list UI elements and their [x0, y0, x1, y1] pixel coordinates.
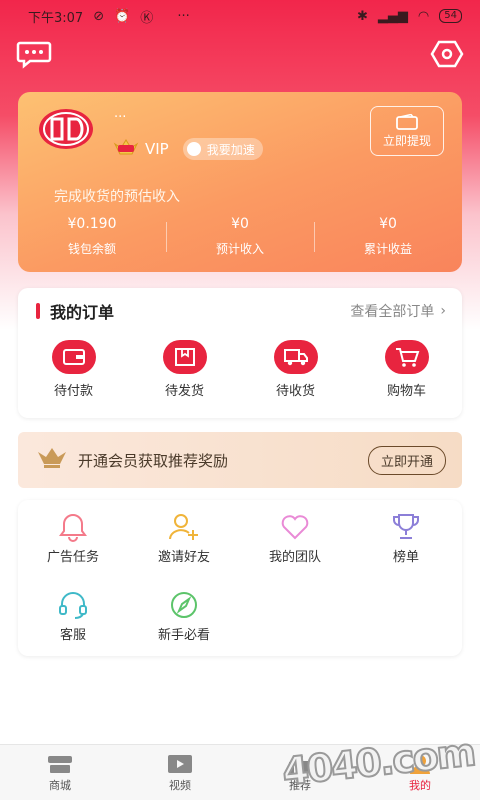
tool-invite-friends[interactable]: 邀请好友	[134, 512, 234, 565]
order-cart[interactable]: 购物车	[351, 340, 462, 399]
stat-estimated-income[interactable]: ¥0 预计收入	[166, 216, 314, 257]
tool-beginner-guide[interactable]: 新手必看	[134, 590, 234, 643]
user-icon	[186, 142, 201, 156]
stat-label: 钱包余额	[67, 242, 116, 256]
section-marker	[36, 303, 40, 319]
wallet-icon	[396, 113, 418, 130]
banner-text: 开通会员获取推荐奖励	[78, 451, 229, 470]
trophy-icon	[393, 514, 419, 539]
stat-label: 累计收益	[363, 242, 412, 256]
earnings-card: ··· VIP 我要加速 立即提现 完成收货的预估收入 ¥0.190 钱包余额 …	[18, 92, 462, 272]
view-all-orders-link[interactable]: 查看全部订单 ›	[350, 301, 446, 321]
orders-section: 我的订单 查看全部订单 › 待付款 待发货 待收货 购物车	[18, 288, 462, 418]
stat-value: ¥0.190	[67, 216, 117, 232]
open-membership-button[interactable]: 立即开通	[367, 445, 446, 475]
order-label: 待收货	[275, 384, 315, 399]
tools-grid: 广告任务 邀请好友 我的团队 榜单 客服 新手必看	[18, 500, 462, 656]
mute-icon: ⊘	[93, 8, 105, 24]
withdraw-button[interactable]: 立即提现	[370, 106, 444, 156]
message-icon[interactable]	[16, 39, 52, 69]
settings-icon[interactable]	[430, 39, 464, 69]
tool-my-team[interactable]: 我的团队	[245, 512, 345, 565]
tool-label: 新手必看	[157, 628, 210, 643]
vip-label: VIP	[145, 140, 169, 158]
tool-label: 我的团队	[268, 550, 321, 565]
tool-label: 客服	[59, 628, 86, 643]
order-pending-payment[interactable]: 待付款	[18, 340, 129, 399]
membership-banner[interactable]: 开通会员获取推荐奖励 立即开通	[18, 432, 462, 488]
cart-icon	[384, 340, 429, 374]
orders-title: 我的订单	[50, 303, 115, 322]
tool-label: 广告任务	[46, 550, 99, 565]
speed-up-button[interactable]: 我要加速	[182, 138, 263, 160]
crown-icon	[36, 446, 68, 474]
tool-customer-service[interactable]: 客服	[23, 590, 123, 643]
heart-icon	[281, 515, 309, 540]
notification-icon: Ⓚ	[140, 10, 154, 26]
vip-badge-icon	[113, 136, 139, 162]
tool-leaderboard[interactable]: 榜单	[356, 512, 456, 565]
chevron-right-icon: ›	[440, 303, 446, 319]
more-notifications: ···	[177, 8, 190, 24]
headset-icon	[59, 592, 87, 619]
speed-up-label: 我要加速	[206, 142, 255, 157]
bell-icon	[59, 513, 87, 542]
tab-video[interactable]: 视频	[120, 745, 240, 800]
tool-label: 邀请好友	[157, 550, 210, 565]
order-label: 购物车	[386, 384, 426, 399]
withdraw-label: 立即提现	[382, 133, 431, 148]
username: ···	[114, 110, 127, 125]
tool-ad-tasks[interactable]: 广告任务	[23, 512, 123, 565]
wallet-icon	[51, 340, 96, 374]
stat-total-earnings[interactable]: ¥0 累计收益	[314, 216, 462, 257]
status-bar: 下午3:07 ⊘ ⏰ Ⓚ ··· ✱ ▂▄▆ ◠ 54	[0, 0, 480, 32]
wifi-icon: ◠	[417, 8, 430, 24]
compass-icon	[171, 592, 197, 618]
order-pending-receipt[interactable]: 待收货	[240, 340, 351, 399]
add-user-icon	[169, 514, 198, 540]
signal-icon: ▂▄▆	[377, 8, 408, 24]
battery-icon: 54	[439, 9, 462, 23]
order-label: 待付款	[53, 384, 93, 399]
package-icon	[162, 340, 207, 374]
truck-icon	[273, 340, 318, 374]
order-label: 待发货	[164, 384, 204, 399]
app-logo	[38, 108, 94, 150]
tab-store[interactable]: 商城	[0, 745, 120, 800]
video-icon	[168, 754, 192, 773]
stat-value: ¥0	[379, 216, 397, 232]
tool-label: 榜单	[392, 550, 419, 565]
alarm-icon: ⏰	[114, 8, 131, 24]
status-time: 下午3:07	[28, 10, 84, 26]
order-pending-shipment[interactable]: 待发货	[129, 340, 240, 399]
stat-wallet-balance[interactable]: ¥0.190 钱包余额	[18, 216, 166, 257]
stat-label: 预计收入	[215, 242, 264, 256]
stat-value: ¥0	[231, 216, 249, 232]
view-all-label: 查看全部订单	[350, 304, 435, 320]
tab-label: 商城	[49, 778, 71, 792]
bluetooth-icon: ✱	[357, 8, 368, 24]
store-icon	[48, 755, 72, 773]
tab-label: 视频	[169, 778, 191, 792]
estimated-income-title: 完成收货的预估收入	[54, 189, 180, 205]
